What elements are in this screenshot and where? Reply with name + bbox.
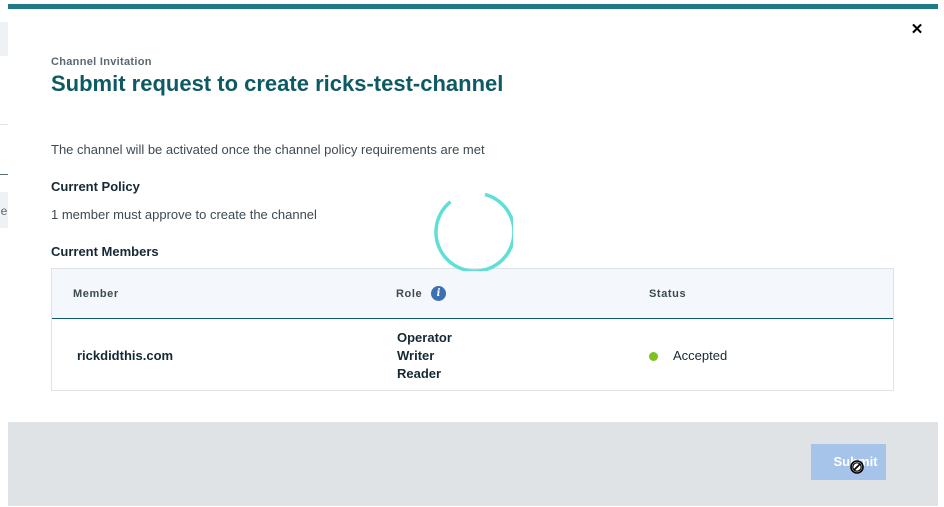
- info-icon[interactable]: i: [431, 286, 446, 301]
- column-header-role: Role: [396, 288, 423, 300]
- close-icon[interactable]: ✕: [910, 22, 924, 37]
- status-dot-icon: [649, 352, 658, 361]
- column-header-member: Member: [73, 288, 119, 300]
- role-item: Writer: [397, 348, 435, 363]
- background-clipped-text: ne: [0, 204, 8, 218]
- role-item: Operator: [397, 330, 452, 345]
- background-page: ne: [0, 0, 8, 507]
- modal-title: Submit request to create ricks-test-chan…: [51, 71, 504, 96]
- submit-button[interactable]: Submit: [811, 444, 886, 480]
- member-name: rickdidthis.com: [77, 348, 174, 363]
- background-divider: [0, 174, 8, 175]
- current-members-heading: Current Members: [51, 244, 159, 259]
- column-header-status: Status: [649, 288, 687, 300]
- members-table-header: Member Role i Status: [52, 269, 893, 319]
- loading-spinner-icon: [434, 192, 513, 271]
- background-stripe: [0, 22, 8, 56]
- background-divider: [0, 124, 8, 125]
- members-table: Member Role i Status rickdidthis.com Ope…: [51, 268, 894, 391]
- modal-footer: Submit: [8, 422, 938, 506]
- modal-description: The channel will be activated once the c…: [51, 142, 485, 157]
- current-policy-heading: Current Policy: [51, 179, 140, 194]
- role-item: Reader: [397, 366, 442, 381]
- not-allowed-cursor-icon: [850, 460, 864, 474]
- modal-eyebrow: Channel Invitation: [51, 56, 152, 68]
- table-row: rickdidthis.com Operator Writer Reader A…: [52, 320, 893, 392]
- status-text: Accepted: [673, 348, 728, 363]
- current-policy-text: 1 member must approve to create the chan…: [51, 207, 317, 222]
- member-roles: Operator Writer Reader: [397, 329, 452, 383]
- channel-invitation-modal: ✕ Channel Invitation Submit request to c…: [8, 4, 938, 506]
